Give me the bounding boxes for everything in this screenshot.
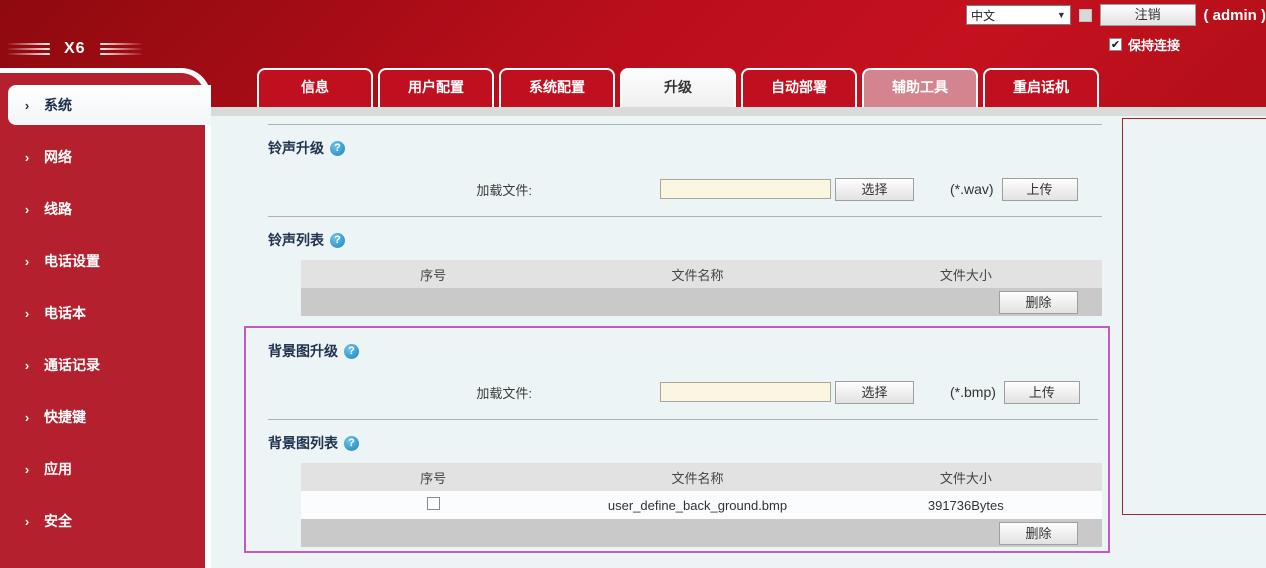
- chevron-right-icon: ›: [18, 306, 36, 321]
- sidebar-item-system[interactable]: › 系统: [8, 85, 211, 125]
- logo: X6: [8, 40, 142, 58]
- tab-user-config[interactable]: 用户配置: [378, 68, 494, 107]
- main-column: 铃声升级 ? 加载文件: 选择 (*.wav) 上传 铃声列表 ? 序号 文件名…: [250, 124, 1108, 553]
- bg-file-input[interactable]: [660, 382, 831, 402]
- tab-tools[interactable]: 辅助工具: [862, 68, 978, 107]
- top-controls: 中文 ▼ 注销 ( admin ) ✔ 保持连接: [966, 4, 1266, 54]
- load-file-label: 加载文件:: [250, 383, 532, 402]
- language-select-value: 中文: [971, 7, 995, 24]
- chevron-right-icon: ›: [18, 254, 36, 269]
- logo-text: X6: [64, 40, 86, 58]
- sidebar-item-phone-settings[interactable]: › 电话设置: [8, 241, 205, 281]
- ring-list-section-title: 铃声列表 ?: [268, 230, 1108, 250]
- section-divider: [268, 419, 1098, 420]
- tab-bar: 信息 用户配置 系统配置 升级 自动部署 辅助工具 重启话机: [257, 68, 1099, 107]
- chevron-right-icon: ›: [18, 98, 36, 113]
- section-divider: [268, 124, 1102, 125]
- ring-upgrade-form-row: 加载文件: 选择 (*.wav) 上传: [250, 177, 1108, 201]
- tab-reboot-phone[interactable]: 重启话机: [983, 68, 1099, 107]
- ring-upload-button[interactable]: 上传: [1002, 178, 1078, 201]
- top-bar: X6 中文 ▼ 注销 ( admin ) ✔ 保持连接: [0, 0, 1266, 68]
- ring-delete-button[interactable]: 删除: [999, 291, 1078, 314]
- bg-ext-hint: (*.bmp): [950, 384, 996, 400]
- section-divider: [268, 216, 1102, 217]
- tab-info[interactable]: 信息: [257, 68, 373, 107]
- annotation-highlight-box: 背景图升级 ? 加载文件: 选择 (*.bmp) 上传 背景图列表 ? 序号 文…: [244, 326, 1110, 553]
- bg-list-section-title: 背景图列表 ?: [268, 433, 1104, 453]
- top-checkbox[interactable]: [1079, 9, 1092, 22]
- ring-list-table-footer: 删除: [301, 288, 1102, 316]
- help-icon[interactable]: ?: [344, 344, 359, 359]
- tab-auto-provision[interactable]: 自动部署: [741, 68, 857, 107]
- logout-button[interactable]: 注销: [1100, 4, 1196, 26]
- column-header-index: 序号: [301, 265, 565, 284]
- tab-substrip: [211, 107, 1266, 116]
- bg-upgrade-section-title: 背景图升级 ?: [268, 341, 1104, 361]
- row-filesize: 391736Bytes: [830, 498, 1102, 513]
- sidebar-item-application[interactable]: › 应用: [8, 449, 205, 489]
- sidebar-item-call-logs[interactable]: › 通话记录: [8, 345, 205, 385]
- tab-upgrade[interactable]: 升级: [620, 68, 736, 107]
- chevron-down-icon: ▼: [1057, 10, 1066, 20]
- keep-alive-label: 保持连接: [1128, 35, 1180, 54]
- tab-system-config[interactable]: 系统配置: [499, 68, 615, 107]
- right-red-outline-box: [1122, 118, 1266, 515]
- table-row: user_define_back_ground.bmp 391736Bytes: [301, 491, 1102, 519]
- sidebar-item-line[interactable]: › 线路: [8, 189, 205, 229]
- account-label: ( admin ): [1204, 7, 1266, 24]
- help-icon[interactable]: ?: [344, 436, 359, 451]
- bg-browse-button[interactable]: 选择: [835, 381, 914, 404]
- help-icon[interactable]: ?: [330, 233, 345, 248]
- column-header-filesize: 文件大小: [830, 265, 1102, 284]
- bg-list-table-footer: 删除: [301, 519, 1102, 547]
- column-header-filename: 文件名称: [565, 265, 829, 284]
- chevron-right-icon: ›: [18, 150, 36, 165]
- keep-alive-checkbox[interactable]: ✔: [1109, 38, 1122, 51]
- column-header-index: 序号: [301, 468, 565, 487]
- ring-list-table: 序号 文件名称 文件大小 删除: [301, 260, 1102, 316]
- chevron-right-icon: ›: [18, 462, 36, 477]
- help-icon[interactable]: ?: [330, 141, 345, 156]
- ring-ext-hint: (*.wav): [950, 181, 994, 197]
- ring-browse-button[interactable]: 选择: [835, 178, 914, 201]
- bg-list-table: 序号 文件名称 文件大小 user_define_back_ground.bmp…: [301, 463, 1102, 547]
- sidebar-item-function-key[interactable]: › 快捷键: [8, 397, 205, 437]
- sidebar-item-network[interactable]: › 网络: [8, 137, 205, 177]
- row-select-checkbox[interactable]: [427, 497, 440, 510]
- bg-upload-button[interactable]: 上传: [1004, 381, 1080, 404]
- content-area: 铃声升级 ? 加载文件: 选择 (*.wav) 上传 铃声列表 ? 序号 文件名…: [211, 116, 1266, 568]
- load-file-label: 加载文件:: [250, 180, 532, 199]
- chevron-right-icon: ›: [18, 358, 36, 373]
- logo-deco-lines-right: [100, 43, 142, 55]
- sidebar-item-security[interactable]: › 安全: [8, 501, 205, 541]
- ring-file-input[interactable]: [660, 179, 831, 199]
- chevron-right-icon: ›: [18, 410, 36, 425]
- logo-deco-lines-left: [8, 43, 50, 55]
- sidebar-item-phonebook[interactable]: › 电话本: [8, 293, 205, 333]
- row-filename: user_define_back_ground.bmp: [565, 498, 829, 513]
- bg-upgrade-form-row: 加载文件: 选择 (*.bmp) 上传: [250, 380, 1104, 404]
- ring-upgrade-section-title: 铃声升级 ?: [268, 138, 1108, 158]
- sidebar: › 系统 › 网络 › 线路 › 电话设置 › 电话本 › 通话记录 › 快捷键…: [0, 68, 211, 568]
- column-header-filename: 文件名称: [565, 468, 829, 487]
- ring-list-table-header: 序号 文件名称 文件大小: [301, 260, 1102, 288]
- language-select[interactable]: 中文 ▼: [966, 5, 1071, 25]
- chevron-right-icon: ›: [18, 514, 36, 529]
- column-header-filesize: 文件大小: [830, 468, 1102, 487]
- chevron-right-icon: ›: [18, 202, 36, 217]
- bg-delete-button[interactable]: 删除: [999, 522, 1078, 545]
- bg-list-table-header: 序号 文件名称 文件大小: [301, 463, 1102, 491]
